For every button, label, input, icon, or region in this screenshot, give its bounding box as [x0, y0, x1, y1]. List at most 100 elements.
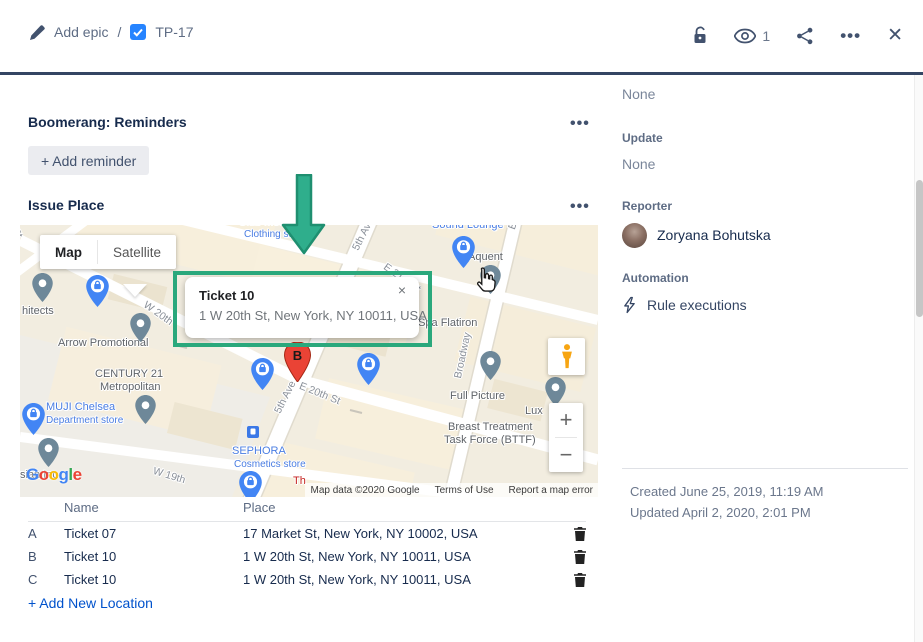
infowindow-title: Ticket 10: [199, 288, 405, 303]
watchers-count: 1: [762, 28, 770, 44]
map-type-control: Map Satellite: [40, 235, 176, 269]
map-label: Metropolitan: [100, 381, 161, 393]
updated-date: Updated April 2, 2020, 2:01 PM: [630, 502, 823, 523]
map-label: Sound Lounge: [432, 225, 504, 231]
zoom-in-button[interactable]: +: [549, 403, 583, 437]
more-icon: •••: [840, 31, 861, 41]
top-bar: Add epic / TP-17 1: [0, 0, 923, 72]
issue-place-menu-button[interactable]: •••: [564, 201, 596, 213]
scrollbar-thumb[interactable]: [916, 180, 923, 317]
details-sidebar: None Update None Reporter Zoryana Bohuts…: [622, 78, 908, 316]
watch-button[interactable]: 1: [732, 26, 772, 46]
map-marker-gray[interactable]: [130, 313, 151, 347]
share-button[interactable]: [794, 25, 816, 47]
map-marker-gray[interactable]: [135, 395, 156, 429]
reporter-field-label: Reporter: [622, 198, 908, 214]
map-label: SEPHORA: [232, 445, 286, 457]
row-letter: C: [28, 572, 64, 587]
map-marker-gray[interactable]: [32, 273, 53, 307]
google-logo[interactable]: Google: [26, 465, 82, 485]
lock-button[interactable]: [690, 24, 710, 47]
row-place: 17 Market St, New York, NY 10002, USA: [243, 526, 562, 541]
created-date: Created June 25, 2019, 11:19 AM: [630, 481, 823, 502]
row-place: 1 W 20th St, New York, NY 10011, USA: [243, 549, 562, 564]
report-map-error-link[interactable]: Report a map error: [509, 485, 593, 496]
map-marker-red-B[interactable]: B: [284, 342, 311, 387]
update-field-value: None: [622, 154, 908, 174]
task-type-icon: [130, 24, 146, 40]
map-marker-blue[interactable]: [22, 403, 45, 440]
google-map[interactable]: Club MonacoClothing storeSound LoungeAqu…: [20, 225, 598, 497]
update-field-label: Update: [622, 130, 908, 146]
share-icon: [796, 27, 814, 45]
map-marker-blue[interactable]: [251, 358, 274, 395]
pencil-icon: [30, 25, 45, 40]
breadcrumb-separator: /: [117, 24, 121, 40]
map-label: Breast Treatment: [448, 421, 532, 433]
table-row: ATicket 0717 Market St, New York, NY 100…: [28, 522, 586, 545]
pegman-icon: [560, 344, 574, 369]
more-actions-button[interactable]: •••: [838, 29, 863, 43]
map-marker-blue[interactable]: [357, 353, 380, 390]
infowindow-tail: [123, 284, 147, 297]
satellite-view-button[interactable]: Satellite: [98, 235, 176, 269]
automation-field-label: Automation: [622, 270, 908, 286]
delete-location-button[interactable]: [574, 573, 586, 587]
map-label: Th: [293, 475, 306, 487]
sidebar-divider: [622, 468, 908, 469]
delete-location-button[interactable]: [574, 527, 586, 541]
locations-table: Name Place ATicket 0717 Market St, New Y…: [28, 500, 586, 591]
scrollbar-track[interactable]: [914, 75, 923, 642]
top-actions: 1 ••• ✕: [690, 22, 905, 49]
zoom-out-button[interactable]: −: [549, 438, 583, 472]
header-place: Place: [243, 500, 562, 515]
table-body: ATicket 0717 Market St, New York, NY 100…: [28, 522, 586, 591]
pegman-control[interactable]: [548, 338, 585, 375]
map-data-text: Map data ©2020 Google: [310, 485, 419, 496]
reminders-menu-button[interactable]: •••: [564, 118, 596, 130]
issue-place-title: Issue Place: [28, 197, 104, 213]
row-name: Ticket 10: [64, 572, 243, 587]
map-marker-blue[interactable]: [452, 236, 475, 273]
breadcrumb-add-epic[interactable]: Add epic: [54, 24, 108, 40]
table-row: CTicket 101 W 20th St, New York, NY 1001…: [28, 568, 586, 591]
field-value-none: None: [622, 84, 908, 104]
map-label: CENTURY 21: [95, 368, 163, 380]
infowindow-close-icon[interactable]: ×: [392, 281, 412, 299]
map-marker-gray[interactable]: [480, 265, 501, 299]
row-letter: A: [28, 526, 64, 541]
map-marker-gray[interactable]: [480, 351, 501, 385]
map-view-button[interactable]: Map: [40, 235, 97, 269]
row-place: 1 W 20th St, New York, NY 10011, USA: [243, 572, 562, 587]
trash-icon: [574, 550, 586, 564]
header-letter: [28, 500, 64, 515]
row-name: Ticket 10: [64, 549, 243, 564]
add-reminder-button[interactable]: + Add reminder: [28, 146, 149, 175]
header-name: Name: [64, 500, 243, 515]
breadcrumb: Add epic / TP-17: [30, 24, 194, 40]
close-icon: ✕: [887, 24, 903, 47]
map-label: Full Picture: [450, 390, 505, 402]
map-label: Task Force (BTTF): [444, 434, 536, 446]
map-label: Clothing store: [244, 229, 306, 240]
more-icon: •••: [570, 115, 590, 132]
more-icon: •••: [570, 198, 590, 215]
rule-executions-link[interactable]: Rule executions: [622, 294, 908, 316]
delete-location-button[interactable]: [574, 550, 586, 564]
add-new-location-link[interactable]: + Add New Location: [28, 595, 153, 611]
unlock-icon: [692, 26, 708, 45]
rule-executions-label: Rule executions: [647, 297, 747, 313]
reporter-row[interactable]: Zoryana Bohutska: [622, 222, 908, 248]
map-label: Club Monaco: [238, 225, 303, 228]
terms-of-use-link[interactable]: Terms of Use: [435, 485, 494, 496]
avatar: [622, 223, 647, 248]
map-marker-blue[interactable]: [86, 275, 109, 312]
trash-icon: [574, 573, 586, 587]
lightning-bolt-icon: [622, 296, 637, 314]
map-marker-blue[interactable]: [299, 225, 322, 248]
map-marker-transit[interactable]: [247, 425, 259, 443]
header-divider: [0, 72, 923, 75]
map-marker-blue[interactable]: [239, 471, 262, 497]
close-button[interactable]: ✕: [885, 22, 905, 49]
breadcrumb-issue-key[interactable]: TP-17: [155, 24, 193, 40]
